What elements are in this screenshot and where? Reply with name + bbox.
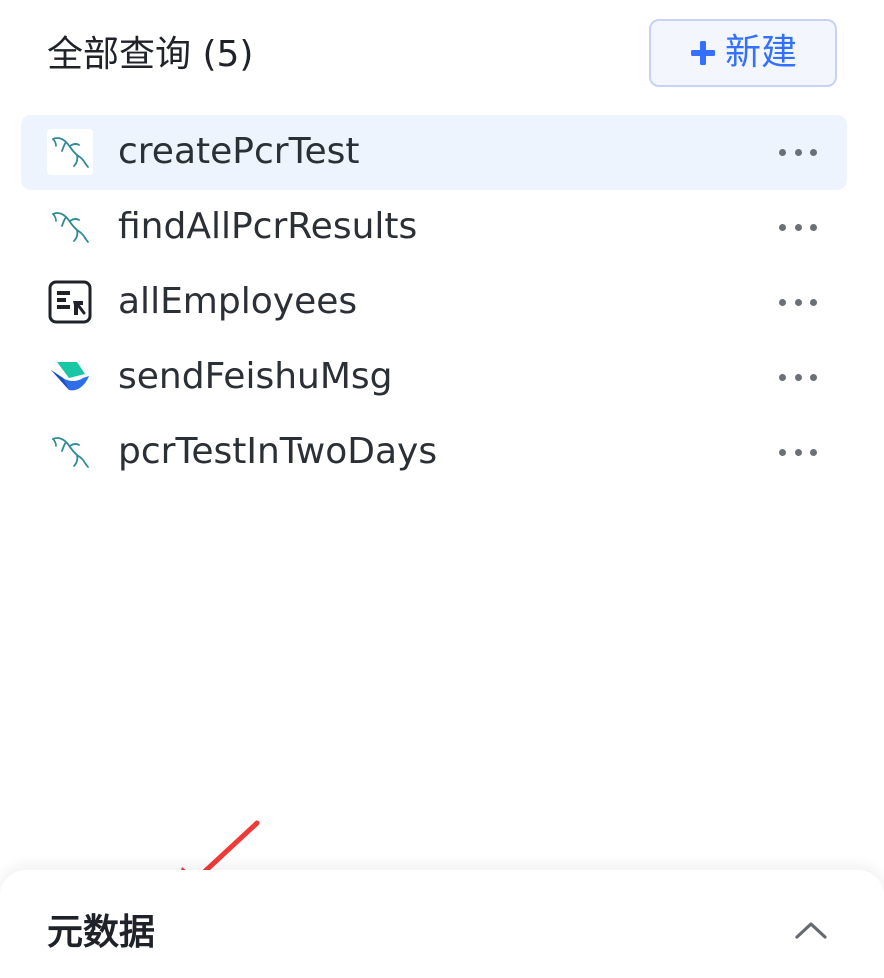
query-item-sendFeishuMsg[interactable]: sendFeishuMsg (21, 340, 847, 415)
mysql-dolphin-icon (47, 129, 93, 175)
page-title: 全部查询 (5) (47, 34, 254, 75)
query-item-findAllPcrResults[interactable]: findAllPcrResults (21, 190, 847, 265)
query-item-label: allEmployees (118, 281, 358, 322)
metadata-panel-title: 元数据 (47, 912, 156, 953)
more-options-icon[interactable] (779, 368, 817, 386)
transform-tool-icon (48, 280, 92, 324)
query-list: createPcrTest findAllPcrResults allEmplo… (21, 115, 847, 490)
query-list-header: 全部查询 (5) 新建 (0, 0, 884, 110)
feishu-icon (51, 362, 89, 391)
more-options-icon[interactable] (779, 443, 817, 461)
query-item-allEmployees[interactable]: allEmployees (21, 265, 847, 340)
query-panel: 全部查询 (5) 新建 createPcrTest findAllPcrResu… (0, 0, 884, 978)
more-options-icon[interactable] (779, 293, 817, 311)
mysql-dolphin-icon (52, 212, 89, 243)
plus-icon (690, 41, 715, 65)
query-item-label: sendFeishuMsg (118, 356, 393, 397)
query-item-pcrTestInTwoDays[interactable]: pcrTestInTwoDays (21, 415, 847, 490)
query-item-label: findAllPcrResults (118, 206, 418, 247)
query-item-label: createPcrTest (118, 131, 360, 172)
query-item-createPcrTest[interactable]: createPcrTest (21, 115, 847, 190)
chevron-up-icon[interactable] (794, 920, 828, 940)
new-query-button-label: 新建 (724, 32, 797, 73)
metadata-panel: 元数据 (0, 870, 884, 978)
new-query-button[interactable]: 新建 (649, 19, 837, 87)
more-options-icon[interactable] (779, 143, 817, 161)
query-item-label: pcrTestInTwoDays (118, 431, 438, 472)
more-options-icon[interactable] (779, 218, 817, 236)
mysql-dolphin-icon (52, 437, 89, 468)
